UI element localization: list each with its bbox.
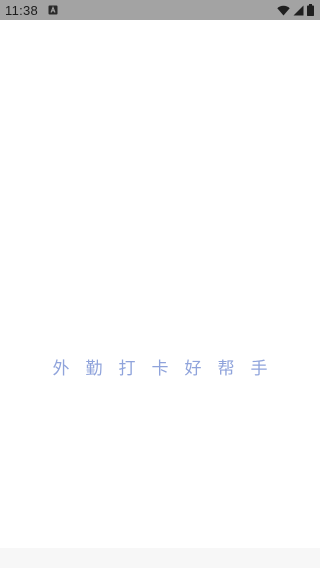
status-time: 11:38 — [5, 2, 39, 18]
status-left: 11:38 — [5, 3, 58, 18]
notification-a-icon — [48, 5, 58, 15]
splash-slogan: 外勤打卡好帮手 — [52, 359, 284, 379]
app-screen: 11:38 外勤打卡好帮手 — [0, 0, 320, 568]
splash-content: 外勤打卡好帮手 — [0, 20, 320, 548]
status-bar: 11:38 — [0, 0, 320, 20]
navigation-bar — [0, 548, 320, 568]
wifi-icon — [277, 5, 290, 16]
cellular-signal-icon — [293, 5, 304, 16]
battery-icon — [307, 4, 314, 16]
status-right — [277, 4, 314, 16]
